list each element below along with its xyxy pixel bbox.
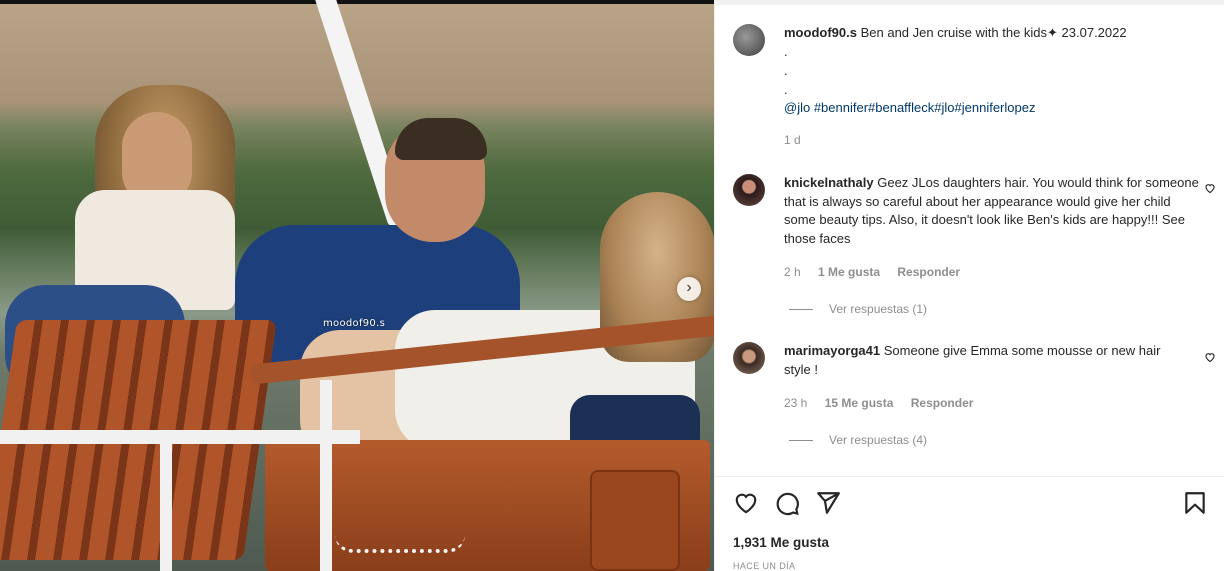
comment: marimayorga41 Someone give Emma some mou…	[784, 342, 1184, 379]
reply-button[interactable]: Responder	[897, 265, 960, 279]
comment-meta: 2 h 1 Me gusta Responder	[784, 265, 974, 279]
replies-line	[789, 308, 813, 310]
photo-top-border	[0, 0, 714, 4]
reply-button[interactable]: Responder	[911, 396, 974, 410]
next-photo-button[interactable]: ›	[677, 277, 701, 301]
commenter-avatar[interactable]	[733, 342, 765, 374]
caption-dots: . . .	[784, 42, 1194, 99]
photo-rail-post	[320, 380, 332, 571]
panel-top-border	[715, 0, 1224, 5]
comment-icon[interactable]	[774, 490, 802, 518]
chevron-right-icon: ›	[686, 279, 692, 296]
heart-icon[interactable]	[733, 490, 761, 518]
replies-line	[789, 439, 813, 441]
photo-watermark: moodof90.s	[323, 318, 386, 329]
comment-username[interactable]: marimayorga41	[784, 343, 880, 358]
post-timestamp[interactable]: HACE UN DÍA	[733, 561, 795, 571]
post-side-panel: moodof90.s Ben and Jen cruise with the k…	[714, 0, 1224, 571]
caption-dot: .	[784, 44, 788, 59]
comment-likes[interactable]: 15 Me gusta	[825, 396, 894, 410]
caption-dot: .	[784, 82, 788, 97]
send-icon[interactable]	[815, 490, 843, 518]
photo-deck-panel	[590, 470, 680, 571]
bookmark-icon[interactable]	[1182, 490, 1210, 518]
post-photo[interactable]: moodof90.s ›	[0, 0, 714, 571]
commenter-avatar[interactable]	[733, 174, 765, 206]
comment-heart-icon[interactable]	[1204, 351, 1216, 363]
actions-divider	[715, 476, 1224, 477]
owner-username[interactable]: moodof90.s	[784, 25, 857, 40]
caption-dot: .	[784, 63, 788, 78]
post-actions	[733, 490, 1213, 518]
post-caption: moodof90.s Ben and Jen cruise with the k…	[784, 24, 1194, 43]
view-replies-label: Ver respuestas (1)	[829, 302, 928, 316]
comment-meta: 23 h 15 Me gusta Responder	[784, 396, 987, 410]
caption-timestamp[interactable]: 1 d	[784, 133, 801, 147]
photo-rope	[335, 535, 465, 553]
comment-time[interactable]: 2 h	[784, 265, 801, 279]
comment-time[interactable]: 23 h	[784, 396, 807, 410]
likes-count[interactable]: 1,931 Me gusta	[733, 535, 829, 550]
caption-text: Ben and Jen cruise with the kids✦ 23.07.…	[860, 25, 1127, 40]
comment: knickelnathaly Geez JLos daughters hair.…	[784, 174, 1199, 248]
comment-likes[interactable]: 1 Me gusta	[818, 265, 880, 279]
caption-hashtags[interactable]: @jlo #bennifer#benaffleck#jlo#jenniferlo…	[784, 99, 1194, 118]
photo-rail-post	[160, 440, 172, 571]
photo-man-hair	[395, 118, 487, 160]
owner-avatar[interactable]	[733, 24, 765, 56]
comment-heart-icon[interactable]	[1204, 182, 1216, 194]
comment-username[interactable]: knickelnathaly	[784, 175, 874, 190]
photo-white-rail	[0, 430, 360, 444]
view-replies-label: Ver respuestas (4)	[829, 433, 928, 447]
view-replies-button[interactable]: Ver respuestas (1)	[789, 302, 927, 316]
view-replies-button[interactable]: Ver respuestas (4)	[789, 433, 927, 447]
